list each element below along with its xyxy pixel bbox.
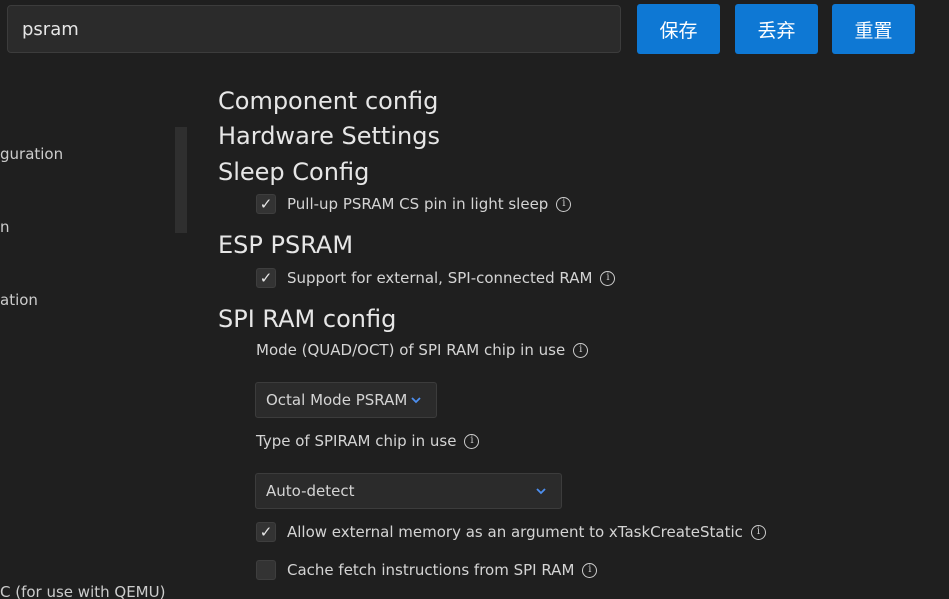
chevron-down-icon (536, 488, 546, 495)
info-icon[interactable]: i (600, 270, 616, 286)
chevron-down-icon (411, 397, 421, 404)
settings-window: 保存 丢弃 重置 guration n ation C (for use wit… (0, 0, 949, 599)
allow-ext-mem-checkbox[interactable]: ✓ (256, 522, 276, 542)
info-icon[interactable]: i (556, 196, 572, 212)
info-icon[interactable]: i (573, 342, 589, 358)
heading-esp-psram: ESP PSRAM (218, 231, 354, 259)
support-ext-label: Support for external, SPI-connected RAM (287, 269, 593, 287)
heading-sleep-config: Sleep Config (218, 158, 370, 186)
pullup-cs-label: Pull-up PSRAM CS pin in light sleep (287, 195, 549, 213)
sidebar-scrollbar[interactable] (175, 127, 187, 233)
info-icon[interactable]: i (750, 524, 766, 540)
info-icon[interactable]: i (464, 433, 480, 449)
mode-select-value: Octal Mode PSRAM (266, 391, 408, 409)
type-select-value: Auto-detect (266, 482, 355, 500)
option-cache-fetch: Cache fetch instructions from SPI RAM i (256, 560, 598, 580)
option-support-ext: ✓ Support for external, SPI-connected RA… (256, 268, 616, 288)
save-button[interactable]: 保存 (637, 4, 720, 54)
support-ext-checkbox[interactable]: ✓ (256, 268, 276, 288)
sidebar-item-configuration[interactable]: guration (0, 145, 63, 163)
heading-hardware-settings: Hardware Settings (218, 122, 440, 150)
option-type-label: Type of SPIRAM chip in use i (256, 432, 480, 450)
sidebar-item-4[interactable]: C (for use with QEMU) (0, 583, 165, 599)
info-icon[interactable]: i (582, 562, 598, 578)
mode-label: Mode (QUAD/OCT) of SPI RAM chip in use (256, 341, 566, 359)
search-input[interactable] (7, 5, 621, 53)
reset-button[interactable]: 重置 (832, 4, 915, 54)
heading-component-config: Component config (218, 87, 439, 115)
option-mode-label: Mode (QUAD/OCT) of SPI RAM chip in use i (256, 341, 589, 359)
discard-button[interactable]: 丢弃 (735, 4, 818, 54)
option-allow-ext-mem: ✓ Allow external memory as an argument t… (256, 522, 766, 542)
mode-select[interactable]: Octal Mode PSRAM (255, 382, 437, 418)
pullup-cs-checkbox[interactable]: ✓ (256, 194, 276, 214)
type-label: Type of SPIRAM chip in use (256, 432, 457, 450)
sidebar-item-3[interactable]: ation (0, 291, 38, 309)
cache-fetch-label: Cache fetch instructions from SPI RAM (287, 561, 575, 579)
sidebar-item-2[interactable]: n (0, 218, 10, 236)
option-pullup-cs: ✓ Pull-up PSRAM CS pin in light sleep i (256, 194, 572, 214)
heading-spi-ram-config: SPI RAM config (218, 305, 397, 333)
allow-ext-mem-label: Allow external memory as an argument to … (287, 523, 743, 541)
cache-fetch-checkbox[interactable] (256, 560, 276, 580)
type-select[interactable]: Auto-detect (255, 473, 562, 509)
